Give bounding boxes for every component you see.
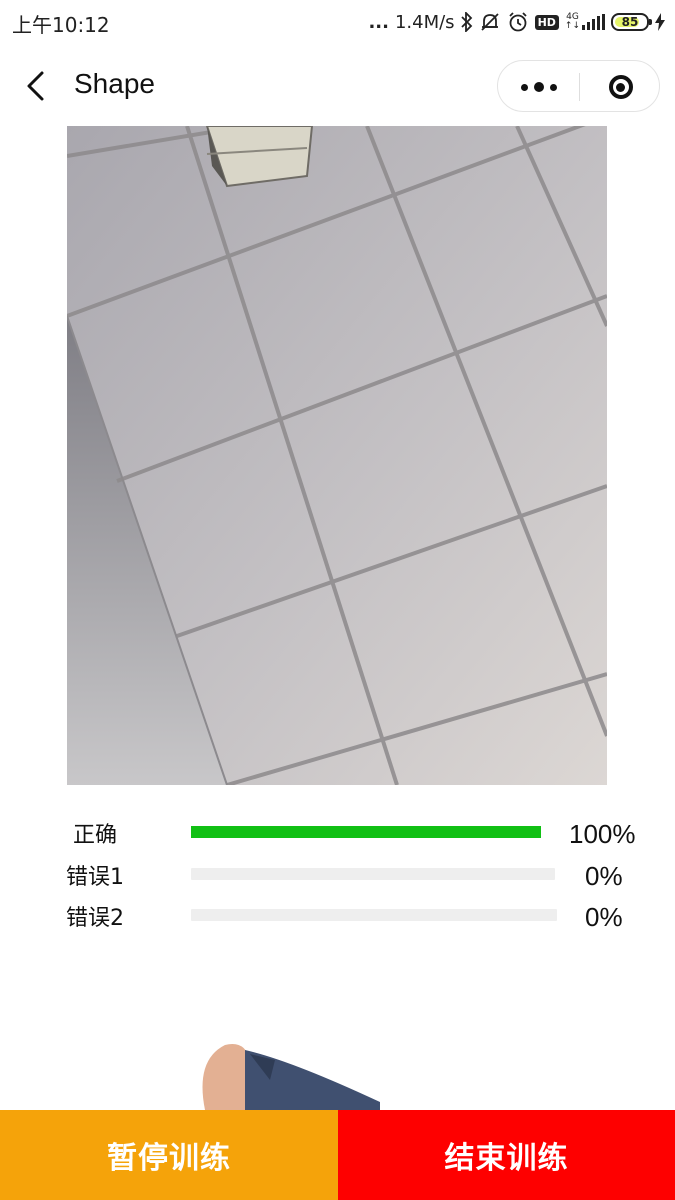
result-percent: 0% bbox=[585, 902, 623, 932]
page-title: Shape bbox=[74, 68, 155, 99]
net-type: 4G ↑↓ bbox=[564, 12, 580, 31]
result-row-error-1: 错误1 0% bbox=[0, 855, 675, 891]
pause-training-button[interactable]: 暂停训练 bbox=[0, 1110, 338, 1200]
result-row-correct: 正确 100% bbox=[0, 813, 675, 849]
more-button[interactable] bbox=[498, 61, 579, 113]
close-mini-program-button[interactable] bbox=[580, 61, 661, 113]
status-icons: ... 1.4M/s HD 4G ↑↓ 85 bbox=[368, 8, 665, 36]
net-speed: 1.4M/s bbox=[394, 11, 455, 33]
result-row-error-2: 错误2 0% bbox=[0, 896, 675, 932]
more-icon bbox=[520, 82, 557, 92]
capsule-menu bbox=[497, 60, 660, 112]
signal-icon: 4G ↑↓ bbox=[565, 13, 605, 31]
battery-level: 85 bbox=[621, 15, 639, 29]
result-percent: 100% bbox=[569, 819, 636, 849]
result-percent: 0% bbox=[585, 861, 623, 891]
mute-icon bbox=[479, 11, 501, 33]
progress-track bbox=[191, 826, 541, 838]
charging-icon bbox=[655, 13, 665, 31]
bluetooth-icon bbox=[460, 12, 473, 32]
result-label: 错误2 bbox=[66, 906, 124, 931]
end-training-button[interactable]: 结束训练 bbox=[338, 1110, 675, 1200]
person-preview bbox=[190, 1040, 390, 1120]
nav-bar: Shape bbox=[0, 46, 675, 126]
status-time: 上午10:12 bbox=[12, 13, 110, 37]
hd-badge: HD bbox=[534, 14, 559, 30]
back-button[interactable] bbox=[20, 68, 56, 104]
close-mini-program-icon bbox=[608, 75, 633, 99]
status-dots: ... bbox=[368, 11, 389, 33]
alarm-icon bbox=[507, 11, 529, 33]
back-icon bbox=[27, 71, 44, 101]
progress-track bbox=[191, 868, 555, 880]
status-bar: 上午10:12 ... 1.4M/s HD 4G ↑↓ 85 bbox=[0, 0, 675, 46]
camera-image bbox=[67, 126, 607, 785]
progress-fill bbox=[191, 826, 541, 838]
result-label: 错误1 bbox=[66, 865, 124, 890]
camera-preview bbox=[67, 126, 607, 785]
progress-track bbox=[191, 909, 557, 921]
result-label: 正确 bbox=[73, 823, 118, 848]
battery-icon: 85 bbox=[611, 13, 652, 31]
